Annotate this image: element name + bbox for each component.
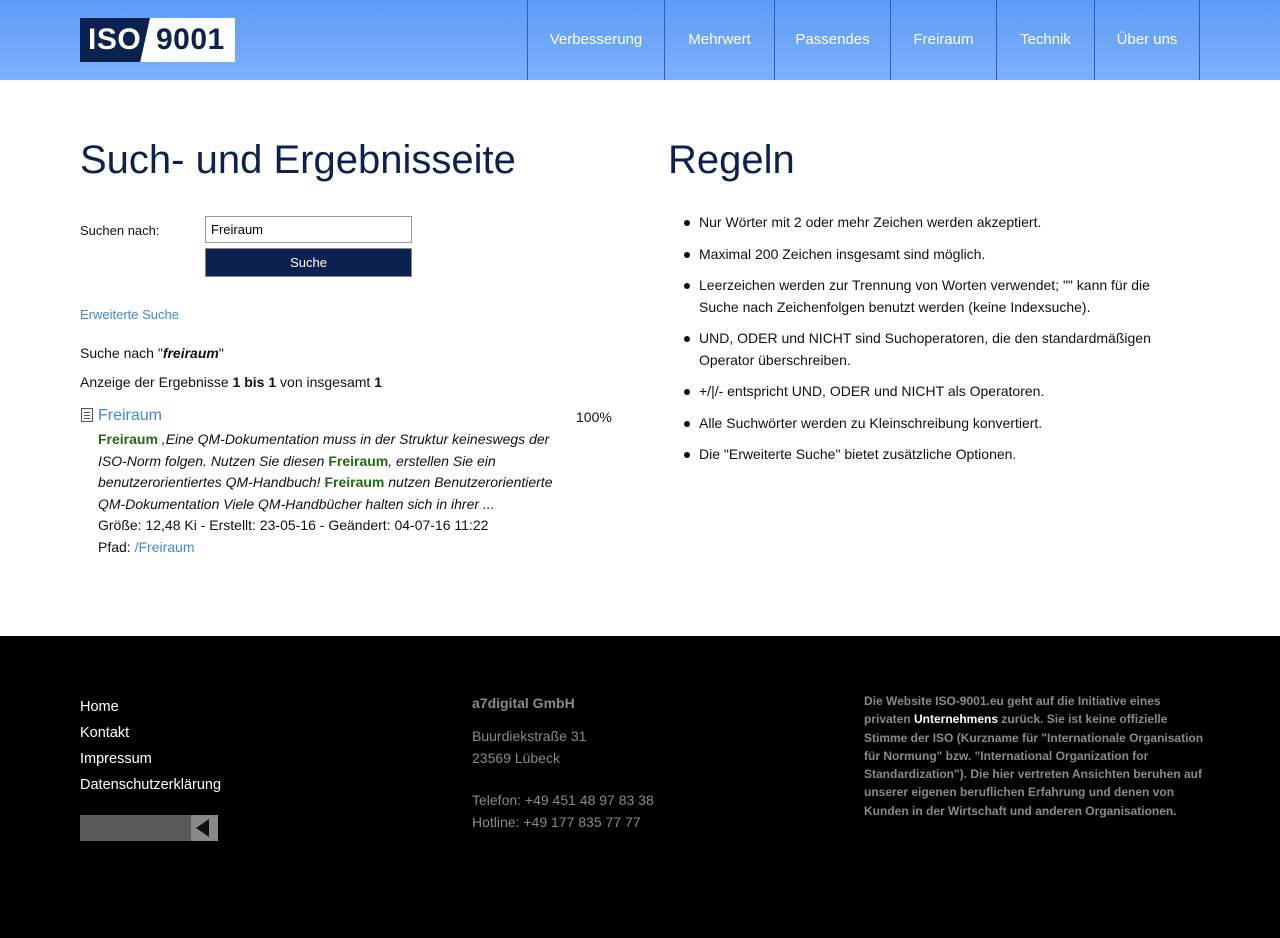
main-content: Such- und Ergebnisseite Suchen nach: Suc… <box>0 80 1280 636</box>
result-path: Pfad: /Freiraum <box>98 539 195 555</box>
result-score: 100% <box>576 409 612 425</box>
rule-item: Die "Erweiterte Suche" bietet zusätzlich… <box>684 444 1184 466</box>
rule-item: Leerzeichen werden zur Trennung von Wort… <box>684 275 1184 318</box>
query-term: freiraum <box>162 345 219 361</box>
iso-9001-logo[interactable]: ISO 9001 <box>80 18 235 62</box>
results-count: Anzeige der Ergebnisse 1 bis 1 von insge… <box>80 374 382 390</box>
search-input[interactable] <box>205 216 412 243</box>
logo-text-9001: 9001 <box>140 18 235 62</box>
footer-link-kontakt[interactable]: Kontakt <box>80 720 221 746</box>
nav-item-ueber-uns[interactable]: Über uns <box>1094 0 1200 80</box>
result-title-link[interactable]: Freiraum <box>98 407 162 425</box>
result-path-link[interactable]: /Freiraum <box>135 539 195 555</box>
nav-item-technik[interactable]: Technik <box>996 0 1094 80</box>
rule-item: Alle Suchwörter werden zu Kleinschreibun… <box>684 413 1184 435</box>
nav-item-verbesserung[interactable]: Verbesserung <box>527 0 664 80</box>
company-city: 23569 Lübeck <box>472 749 560 766</box>
footer-links: Home Kontakt Impressum Datenschutzerklär… <box>80 694 221 798</box>
rule-item: Nur Wörter mit 2 oder mehr Zeichen werde… <box>684 212 1184 234</box>
rules-title: Regeln <box>668 138 795 182</box>
result-meta: Größe: 12,48 Ki - Erstellt: 23-05-16 - G… <box>98 517 489 533</box>
nav-item-passendes[interactable]: Passendes <box>774 0 890 80</box>
footer-link-datenschutz[interactable]: Datenschutzerklärung <box>80 772 221 798</box>
search-query-summary: Suche nach "freiraum" <box>80 345 224 361</box>
result-snippet: Freiraum ,Eine QM-Dokumentation muss in … <box>98 431 553 512</box>
rule-item: UND, ODER und NICHT sind Suchoperatoren,… <box>684 328 1184 371</box>
arrow-left-icon[interactable] <box>191 815 218 841</box>
search-button[interactable]: Suche <box>205 248 412 277</box>
rule-item: Maximal 200 Zeichen insgesamt sind mögli… <box>684 244 1184 266</box>
rule-item: +/|/- entspricht UND, ODER und NICHT als… <box>684 381 1184 403</box>
site-footer: Home Kontakt Impressum Datenschutzerklär… <box>0 636 1280 938</box>
about-highlight: Unternehmens <box>914 712 999 727</box>
company-info: a7digital GmbH Buurdiekstraße 31 23569 L… <box>472 694 654 833</box>
rules-list: Nur Wörter mit 2 oder mehr Zeichen werde… <box>684 212 1184 476</box>
footer-slider-widget[interactable] <box>80 815 218 841</box>
company-hotline: Hotline: +49 177 835 77 77 <box>472 813 641 830</box>
site-header: ISO 9001 Verbesserung Mehrwert Passendes… <box>0 0 1280 80</box>
company-phone: Telefon: +49 451 48 97 83 38 <box>472 792 654 808</box>
about-disclaimer: Die Website ISO-9001.eu geht auf die Ini… <box>864 694 1204 818</box>
main-nav: Verbesserung Mehrwert Passendes Freiraum… <box>527 0 1200 80</box>
footer-link-home[interactable]: Home <box>80 694 221 720</box>
nav-item-freiraum[interactable]: Freiraum <box>890 0 996 80</box>
nav-item-mehrwert[interactable]: Mehrwert <box>664 0 774 80</box>
page-title: Such- und Ergebnisseite <box>80 138 516 182</box>
search-label: Suchen nach: <box>80 223 160 238</box>
document-icon <box>81 408 93 422</box>
advanced-search-link[interactable]: Erweiterte Suche <box>80 307 179 322</box>
company-street: Buurdiekstraße 31 <box>472 728 587 744</box>
company-name: a7digital GmbH <box>472 695 575 711</box>
footer-link-impressum[interactable]: Impressum <box>80 746 221 772</box>
logo-text-iso: ISO <box>80 18 150 62</box>
